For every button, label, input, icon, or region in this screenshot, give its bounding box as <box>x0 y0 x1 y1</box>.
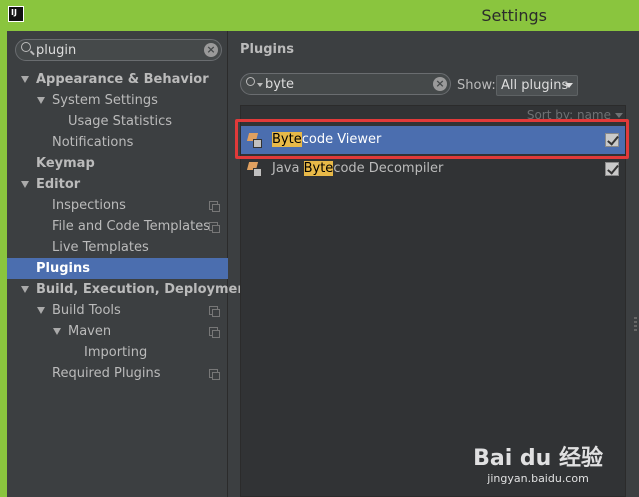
splitter-handle[interactable] <box>634 317 637 331</box>
tree-item-label: System Settings <box>52 93 158 108</box>
expand-arrow-icon[interactable] <box>21 76 29 83</box>
plugin-search-input[interactable] <box>265 75 425 93</box>
tree-item-system-settings[interactable]: System Settings <box>7 90 228 111</box>
expand-arrow-icon[interactable] <box>21 286 29 293</box>
tree-item-label: Editor <box>36 177 81 192</box>
search-icon <box>21 42 31 52</box>
chevron-down-icon <box>565 83 573 88</box>
settings-sidebar: × Appearance & Behavior System Settings Us… <box>7 31 253 497</box>
tree-item-label: Required Plugins <box>52 366 161 381</box>
plugin-list: Sort by: name Bytecode Viewer Java Byteco… <box>240 105 626 497</box>
plugins-panel: Plugins × Show: All plugins Sort by: nam… <box>229 31 639 497</box>
title-bar: IJ Settings <box>0 0 639 31</box>
tree-item-build-execution-deployment[interactable]: Build, Execution, Deployment <box>7 279 253 300</box>
expand-arrow-icon[interactable] <box>21 181 29 188</box>
panel-title: Plugins <box>240 42 294 57</box>
plugin-name-prefix: Java <box>272 161 304 176</box>
plugin-icon <box>246 162 264 177</box>
search-icon <box>246 77 255 86</box>
settings-window: × Appearance & Behavior System Settings Us… <box>7 31 639 497</box>
project-settings-icon <box>209 201 220 212</box>
project-settings-icon <box>209 306 220 317</box>
tree-item-label: Plugins <box>36 261 90 276</box>
show-filter-value: All plugins <box>501 78 569 93</box>
tree-item-label: Usage Statistics <box>68 114 173 129</box>
tree-item-label: Importing <box>84 345 148 360</box>
tree-item-label: Keymap <box>36 156 95 171</box>
tree-item-label: Inspections <box>52 198 126 213</box>
expand-arrow-icon[interactable] <box>37 307 45 314</box>
tree-item-importing[interactable]: Importing <box>7 342 228 363</box>
tree-item-label: Build Tools <box>52 303 121 318</box>
tree-item-inspections[interactable]: Inspections <box>7 195 228 216</box>
tree-item-label: File and Code Templates <box>52 219 210 234</box>
tree-item-live-templates[interactable]: Live Templates <box>7 237 228 258</box>
plugin-enabled-checkbox[interactable] <box>605 162 619 176</box>
tree-item-appearance-behavior[interactable]: Appearance & Behavior <box>7 69 228 90</box>
show-label: Show: <box>457 78 496 93</box>
chevron-down-icon <box>615 113 623 118</box>
settings-search-input[interactable] <box>36 41 196 59</box>
tree-item-editor[interactable]: Editor <box>7 174 228 195</box>
tree-item-plugins[interactable]: Plugins <box>7 258 228 279</box>
tree-item-notifications[interactable]: Notifications <box>7 132 228 153</box>
project-settings-icon <box>209 222 220 233</box>
tree-item-maven[interactable]: Maven <box>7 321 228 342</box>
watermark-logo: Bai du 经验 <box>473 446 603 471</box>
plugin-row[interactable]: Java Bytecode Decompiler <box>241 155 625 183</box>
watermark-url: jingyan.baidu.com <box>487 472 589 485</box>
plugin-name: Java Bytecode Decompiler <box>272 161 443 176</box>
plugin-name-rest: code Decompiler <box>333 161 444 176</box>
tree-item-label: Notifications <box>52 135 134 150</box>
tree-item-label: Maven <box>68 324 112 339</box>
clear-search-icon[interactable]: × <box>433 77 447 91</box>
window-title: Settings <box>481 6 547 25</box>
tree-item-usage-statistics[interactable]: Usage Statistics <box>7 111 228 132</box>
watermark: Bai du 经验 jingyan.baidu.com <box>473 440 603 485</box>
project-settings-icon <box>209 369 220 380</box>
intellij-logo-icon: IJ <box>8 6 24 22</box>
tree-item-keymap[interactable]: Keymap <box>7 153 228 174</box>
tree-item-label: Appearance & Behavior <box>36 72 209 87</box>
tree-item-label: Live Templates <box>52 240 149 255</box>
settings-tree: Appearance & Behavior System Settings Usag… <box>7 69 253 384</box>
expand-arrow-icon[interactable] <box>37 97 45 104</box>
tree-item-label: Build, Execution, Deployment <box>36 282 253 297</box>
project-settings-icon <box>209 327 220 338</box>
show-filter-select[interactable]: All plugins <box>496 75 578 96</box>
search-history-caret-icon[interactable] <box>257 83 263 87</box>
tree-item-required-plugins[interactable]: Required Plugins <box>7 363 228 384</box>
highlight-annotation-box <box>235 119 629 159</box>
tree-item-build-tools[interactable]: Build Tools <box>7 300 228 321</box>
plugin-search-field[interactable]: × <box>240 73 451 95</box>
expand-arrow-icon[interactable] <box>53 328 61 335</box>
tree-item-file-and-code-templates[interactable]: File and Code Templates <box>7 216 228 237</box>
settings-search-field[interactable]: × <box>15 39 222 61</box>
search-match-highlight: Byte <box>303 161 334 176</box>
clear-search-icon[interactable]: × <box>204 43 218 57</box>
